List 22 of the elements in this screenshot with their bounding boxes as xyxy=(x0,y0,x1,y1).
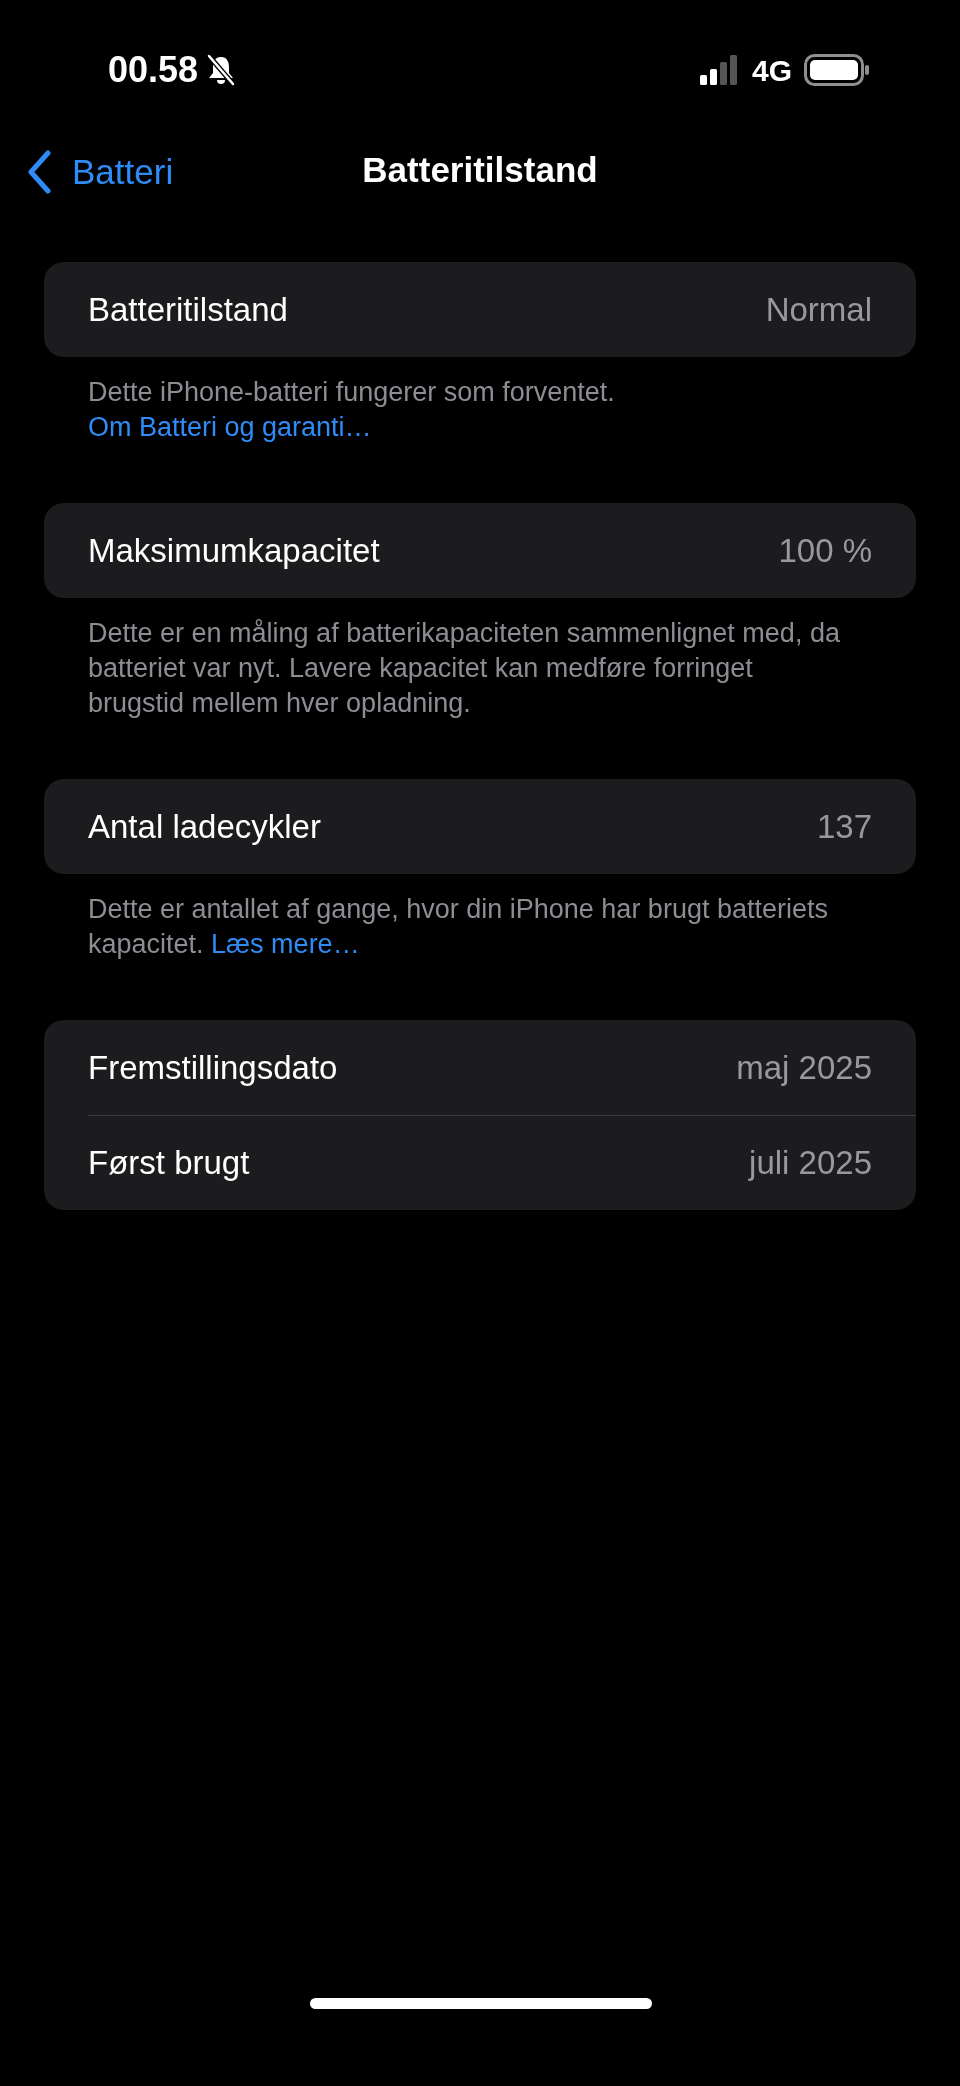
footer-link[interactable]: Læs mere… xyxy=(211,929,360,959)
chevron-left-icon xyxy=(26,150,52,195)
row-label: Fremstillingsdato xyxy=(88,1047,338,1088)
footer-link[interactable]: Om Batteri og garanti… xyxy=(88,412,372,442)
footer-text: Dette iPhone-batteri fungerer som forventet. Om Batteri og garanti… xyxy=(87,376,616,444)
status-time: 00.58 xyxy=(108,48,199,92)
row-label: Batteritilstand xyxy=(88,289,288,330)
row-value: 100 % xyxy=(778,530,872,571)
row-value: 137 xyxy=(816,806,872,847)
row-label: Maksimumkapacitet xyxy=(88,530,380,571)
row-value: Normal xyxy=(765,289,872,330)
page-title: Batteritilstand xyxy=(362,148,598,191)
footer-text: Dette er en måling af batterikapaciteten sammenlignet med, da batteriet var nyt. Lavere kapacitet kan medføre forringet brugstid mellem hver opladning. xyxy=(87,617,841,720)
footer-text: Dette er antallet af gange, hvor din iPhone har brugt batteriets kapacitet. Læs mere… xyxy=(87,893,829,961)
battery-icon xyxy=(804,54,870,86)
back-button[interactable]: Batteri xyxy=(26,146,174,199)
signal-icon xyxy=(699,55,740,85)
row-value: maj 2025 xyxy=(736,1047,872,1088)
row-value: juli 2025 xyxy=(749,1143,872,1184)
row-label: Først brugt xyxy=(88,1143,250,1184)
network-type: 4G xyxy=(751,52,792,89)
row-label: Antal ladecykler xyxy=(88,806,321,847)
